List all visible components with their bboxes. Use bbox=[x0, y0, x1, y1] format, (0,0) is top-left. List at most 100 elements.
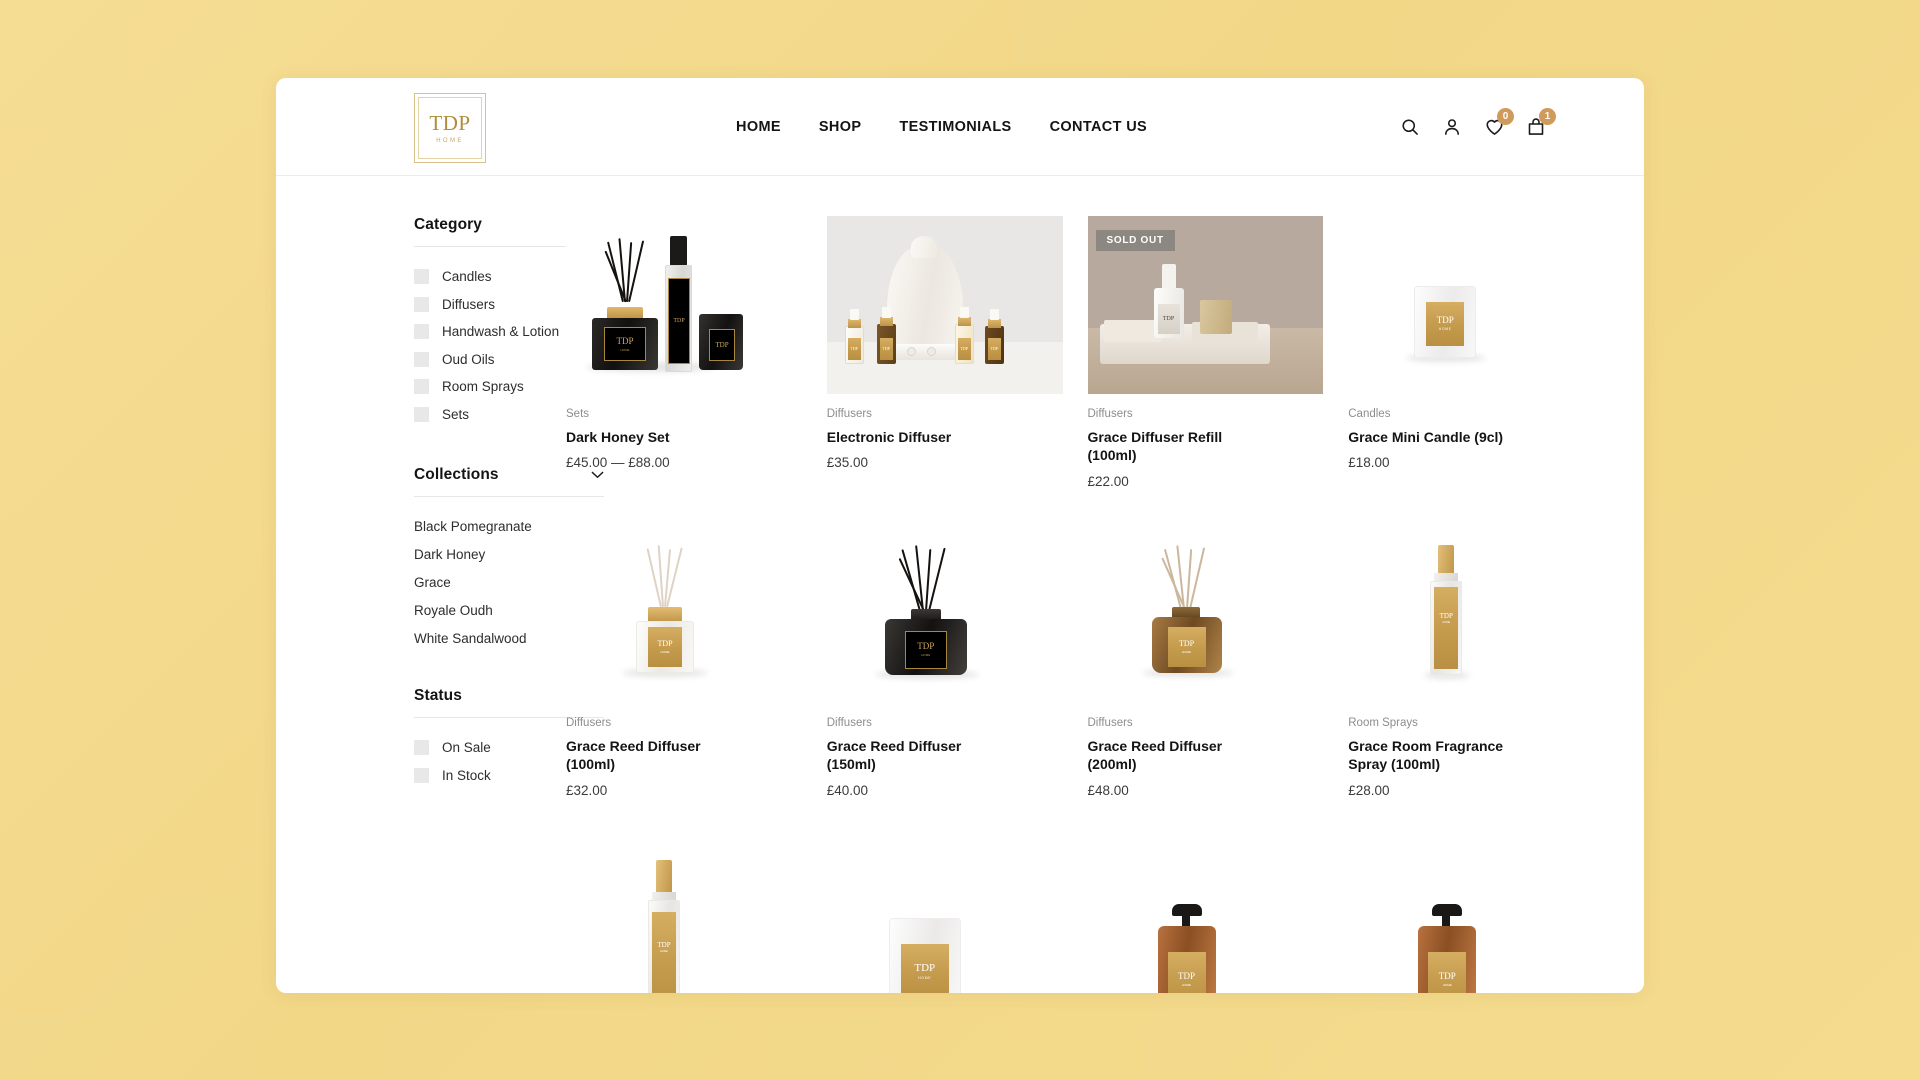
product-category: Sets bbox=[566, 408, 590, 420]
product-image-reed-diffuser-150ml[interactable]: TDP HOME bbox=[826, 524, 1063, 703]
artwork: TDP HOME bbox=[566, 525, 802, 703]
page-body: Category Candles Diffusers Handwash & Lo… bbox=[276, 176, 1644, 993]
logo-inner: TDP HOME bbox=[418, 97, 482, 159]
header-icon-group: 0 1 bbox=[1400, 78, 1556, 176]
product-image-reed-diffuser-200ml[interactable]: TDP HOME bbox=[1087, 524, 1324, 703]
product-category: Diffusers bbox=[1087, 408, 1133, 420]
product-card[interactable]: TDP TDP TDP TDP Diffusers Electronic Dif… bbox=[826, 216, 1063, 489]
product-price: £32.00 bbox=[566, 782, 608, 798]
artwork: TDP HOME bbox=[1088, 834, 1324, 993]
nav-item-testimonials[interactable]: TESTIMONIALS bbox=[899, 119, 1011, 135]
product-price: £48.00 bbox=[1087, 782, 1129, 798]
filter-option-label: Room Sprays bbox=[442, 379, 524, 394]
nav-item-shop[interactable]: SHOP bbox=[819, 119, 862, 135]
checkbox[interactable] bbox=[414, 406, 429, 422]
product-name[interactable]: Grace Diffuser Refill (100ml) bbox=[1088, 428, 1263, 465]
product-card[interactable]: TDP HOME TDP TDP Sets Dark Honey Set £45… bbox=[566, 216, 802, 489]
search-icon[interactable] bbox=[1400, 117, 1420, 137]
product-price: £18.00 bbox=[1348, 455, 1390, 471]
nav-item-contact-us[interactable]: CONTACT US bbox=[1050, 119, 1147, 135]
cart-count-badge: 1 bbox=[1539, 108, 1556, 125]
artwork: TDP HOME bbox=[1348, 834, 1584, 993]
product-category: Candles bbox=[1348, 408, 1391, 420]
filter-option-label: Candles bbox=[442, 269, 492, 284]
product-image-room-fragrance-spray[interactable]: TDP HOME bbox=[1348, 524, 1584, 703]
wishlist-count-badge: 0 bbox=[1497, 108, 1514, 125]
product-card-partial[interactable]: TDP HOME bbox=[1348, 833, 1584, 993]
product-price: £40.00 bbox=[826, 782, 869, 798]
product-card[interactable]: TDP HOME Diffusers Grace Reed Diffuser (… bbox=[1087, 524, 1324, 798]
product-price: £22.00 bbox=[1087, 473, 1129, 489]
product-name[interactable]: Grace Reed Diffuser (200ml) bbox=[1088, 737, 1263, 774]
checkbox[interactable] bbox=[414, 767, 429, 783]
product-image-electronic-diffuser[interactable]: TDP TDP TDP TDP bbox=[826, 216, 1063, 394]
product-card[interactable]: TDP HOME Room Sprays Grace Room Fragranc… bbox=[1348, 524, 1584, 798]
product-category: Diffusers bbox=[826, 408, 872, 420]
product-image-white-candle[interactable]: TDP HOME bbox=[826, 833, 1063, 993]
filter-option-label: Diffusers bbox=[442, 296, 496, 312]
product-image-room-spray-tall[interactable]: TDP HOME bbox=[566, 833, 802, 993]
checkbox[interactable] bbox=[414, 296, 429, 312]
product-image-reed-diffuser-100ml[interactable]: TDP HOME bbox=[566, 524, 802, 703]
product-card[interactable]: TDP HOME Candles Grace Mini Candle (9cl)… bbox=[1348, 216, 1584, 489]
checkbox[interactable] bbox=[414, 379, 429, 394]
product-card[interactable]: TDP HOME Diffusers Grace Reed Diffuser (… bbox=[826, 524, 1063, 798]
product-image-pump-bottle[interactable]: TDP HOME bbox=[1348, 833, 1584, 993]
page-card: TDP HOME HOME SHOP TESTIMONIALS CONTACT … bbox=[276, 78, 1644, 993]
status-badge-sold-out: SOLD OUT bbox=[1095, 230, 1175, 251]
nav-item-home[interactable]: HOME bbox=[736, 119, 781, 135]
product-image-grace-mini-candle[interactable]: TDP HOME bbox=[1348, 216, 1584, 394]
product-price: £35.00 bbox=[826, 455, 869, 471]
artwork: TDP TDP TDP TDP bbox=[826, 216, 1063, 394]
checkbox[interactable] bbox=[414, 324, 429, 339]
product-name[interactable]: Grace Reed Diffuser (150ml) bbox=[827, 737, 1002, 774]
filter-option-label: Sets bbox=[442, 406, 470, 422]
artwork: TDP HOME bbox=[1348, 216, 1584, 394]
cart-icon[interactable]: 1 bbox=[1526, 108, 1556, 137]
user-icon[interactable] bbox=[1442, 117, 1462, 137]
checkbox[interactable] bbox=[414, 269, 429, 284]
filter-title-status: Status bbox=[414, 687, 462, 704]
site-header: TDP HOME HOME SHOP TESTIMONIALS CONTACT … bbox=[276, 78, 1644, 176]
product-card-partial[interactable]: TDP HOME bbox=[826, 833, 1063, 993]
product-name[interactable]: Dark Honey Set bbox=[566, 428, 741, 446]
filter-option-label: On Sale bbox=[442, 740, 491, 755]
product-name[interactable]: Electronic Diffuser bbox=[827, 428, 1002, 446]
checkbox[interactable] bbox=[414, 351, 429, 367]
product-card-partial[interactable]: TDP HOME bbox=[1087, 833, 1324, 993]
checkbox[interactable] bbox=[414, 740, 429, 755]
product-name[interactable]: Grace Mini Candle (9cl) bbox=[1348, 428, 1523, 446]
product-category: Room Sprays bbox=[1348, 716, 1418, 729]
product-card-partial[interactable]: TDP HOME bbox=[566, 833, 802, 993]
product-image-pump-bottle[interactable]: TDP HOME bbox=[1087, 833, 1324, 993]
filter-title-category: Category bbox=[414, 216, 482, 233]
product-name[interactable]: Grace Reed Diffuser (100ml) bbox=[566, 737, 741, 774]
product-price: £28.00 bbox=[1348, 782, 1390, 798]
product-category: Diffusers bbox=[566, 716, 612, 729]
product-card[interactable]: SOLD OUT TDP Diffusers Grace Diffuser Re… bbox=[1087, 216, 1324, 489]
site-logo[interactable]: TDP HOME bbox=[414, 93, 486, 163]
logo-subtext: HOME bbox=[436, 137, 464, 144]
filter-sidebar: Category Candles Diffusers Handwash & Lo… bbox=[276, 176, 604, 993]
artwork: TDP HOME TDP TDP bbox=[566, 216, 802, 394]
product-image-grace-diffuser-refill[interactable]: SOLD OUT TDP bbox=[1087, 216, 1324, 394]
logo-text: TDP bbox=[429, 110, 471, 135]
product-grid-area: TDP HOME TDP TDP Sets Dark Honey Set £45… bbox=[566, 176, 1644, 993]
filter-option-label: Oud Oils bbox=[442, 351, 495, 367]
product-category: Diffusers bbox=[1087, 716, 1133, 729]
artwork: TDP HOME bbox=[566, 834, 802, 993]
product-grid: TDP HOME TDP TDP Sets Dark Honey Set £45… bbox=[566, 216, 1584, 993]
product-card[interactable]: TDP HOME Diffusers Grace Reed Diffuser (… bbox=[566, 524, 802, 798]
product-category: Diffusers bbox=[826, 716, 872, 729]
product-price: £45.00 — £88.00 bbox=[566, 455, 670, 471]
main-navigation: HOME SHOP TESTIMONIALS CONTACT US bbox=[736, 78, 1147, 176]
artwork: TDP HOME bbox=[1088, 525, 1324, 703]
filter-option-label: Handwash & Lotion bbox=[442, 324, 560, 339]
artwork: TDP HOME bbox=[827, 525, 1063, 703]
product-image-dark-honey-set[interactable]: TDP HOME TDP TDP bbox=[566, 216, 802, 394]
product-name[interactable]: Grace Room Fragrance Spray (100ml) bbox=[1348, 737, 1523, 774]
artwork: TDP HOME bbox=[1348, 525, 1584, 703]
wishlist-icon[interactable]: 0 bbox=[1484, 108, 1514, 137]
